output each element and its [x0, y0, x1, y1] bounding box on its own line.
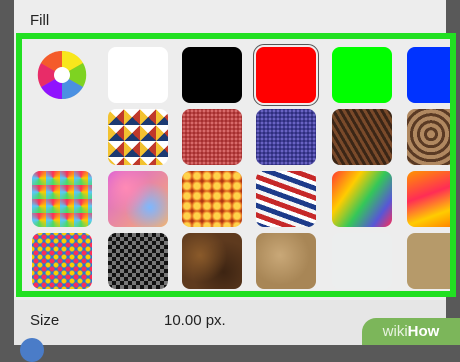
swatch-pattern-grunge-brown[interactable] [182, 233, 242, 289]
swatch-blue[interactable] [407, 47, 450, 103]
fill-section-title: Fill [30, 12, 50, 29]
swatch-pattern-mosaic-rainbow[interactable] [32, 171, 92, 227]
swatch-green[interactable] [332, 47, 392, 103]
swatch-black[interactable] [182, 47, 242, 103]
swatch-pattern-orange-circles[interactable] [182, 171, 242, 227]
swatch-pattern-swirl-bronze[interactable] [407, 109, 450, 165]
swatch-pattern-beads-colorful[interactable] [32, 233, 92, 289]
swatch-pattern-bokeh[interactable] [108, 171, 168, 227]
wikihow-watermark: wiki How [362, 318, 460, 345]
swatch-red-selected[interactable] [253, 44, 319, 106]
swatch-pattern-red-knit[interactable] [182, 109, 242, 165]
size-value[interactable]: 10.00 px. [164, 312, 226, 329]
swatch-pattern-sandstone[interactable] [256, 233, 316, 289]
swatch-pattern-blue-knit[interactable] [256, 109, 316, 165]
swatch-pattern-tan-plain[interactable] [407, 233, 450, 289]
swatch-pattern-woven-brown[interactable] [332, 109, 392, 165]
swatch-color-wheel[interactable] [32, 47, 92, 103]
swatch-pattern-wave-rainbow[interactable] [407, 171, 450, 227]
swatch-pattern-streak-rainbow[interactable] [332, 171, 392, 227]
fill-panel: Fill Size 10.00 px. [14, 0, 456, 345]
swatch-pattern-gingham-red[interactable] [32, 109, 92, 165]
swatch-pattern-checker-black[interactable] [108, 233, 168, 289]
watermark-part1: wiki [382, 323, 408, 340]
color-wheel-icon [37, 50, 87, 100]
partial-blue-circle-icon [20, 338, 44, 362]
swatch-white[interactable] [108, 47, 168, 103]
fill-swatch-grid-highlight [16, 33, 456, 297]
swatch-pattern-paint-chips[interactable] [256, 171, 316, 227]
swatch-pattern-harlequin[interactable] [108, 109, 168, 165]
watermark-part2: How [407, 323, 440, 340]
size-label: Size [30, 312, 60, 329]
swatch-pattern-white-plain[interactable] [332, 233, 392, 289]
